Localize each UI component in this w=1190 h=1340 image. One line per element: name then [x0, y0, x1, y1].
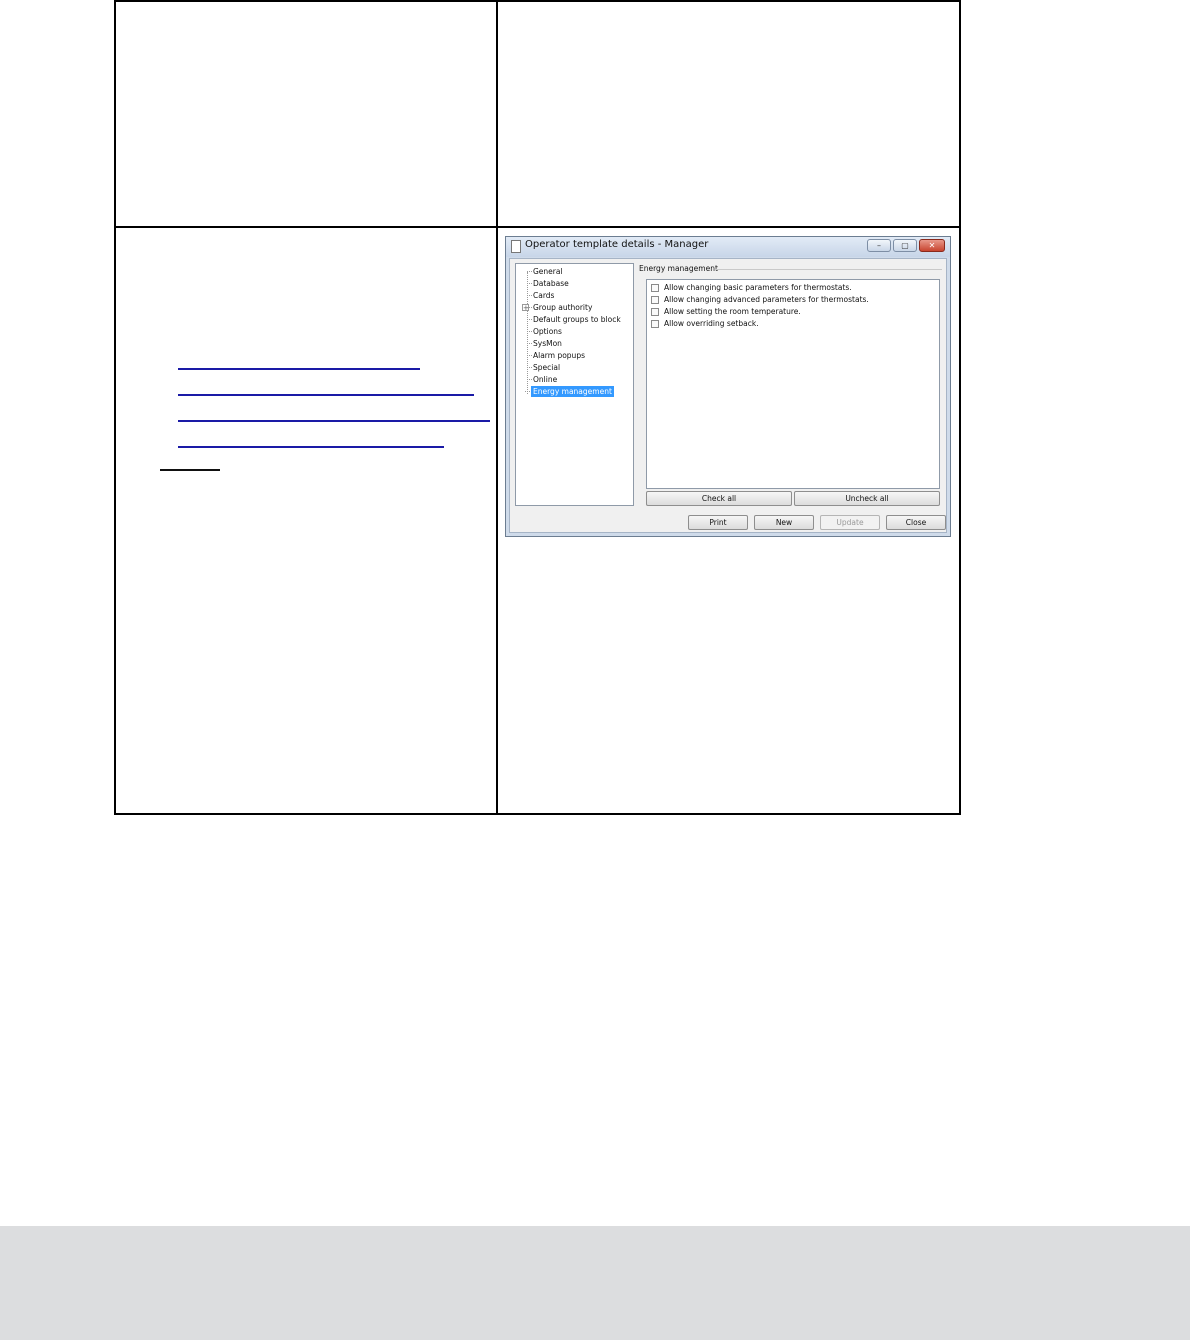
tree-guide-line: [527, 272, 528, 394]
tree-item-alarm-popups[interactable]: Alarm popups: [527, 350, 585, 361]
tree-item-online[interactable]: Online: [526, 374, 557, 385]
table-cell-bottom-left: [114, 226, 498, 815]
link-3[interactable]: [178, 420, 490, 422]
check-all-button[interactable]: Check all: [646, 491, 792, 506]
tree-item-group-authority[interactable]: Group authority: [526, 302, 592, 313]
option-basic-params[interactable]: Allow changing basic parameters for ther…: [651, 283, 852, 292]
close-button[interactable]: Close: [886, 515, 946, 530]
maximize-button[interactable]: ▢: [893, 239, 917, 252]
link-1[interactable]: [178, 368, 420, 370]
update-button: Update: [820, 515, 880, 530]
option-label: Allow changing basic parameters for ther…: [664, 283, 852, 292]
option-room-temperature[interactable]: Allow setting the room temperature.: [651, 307, 801, 316]
footer-bar: [0, 1226, 1190, 1340]
tree-item-default-groups[interactable]: Default groups to block: [527, 314, 621, 325]
tree-item-special[interactable]: Special: [526, 362, 560, 373]
option-label: Allow overriding setback.: [664, 319, 759, 328]
table-cell-bottom-right: Operator template details - Manager – ▢ …: [496, 226, 961, 815]
tree-item-cards[interactable]: Cards: [526, 290, 554, 301]
document-icon: [511, 240, 521, 253]
print-button[interactable]: Print: [688, 515, 748, 530]
window-title: Operator template details - Manager: [525, 239, 709, 250]
table-cell-top-right: [496, 0, 961, 228]
link-list: [178, 368, 490, 472]
tree-item-sysmon[interactable]: SysMon: [527, 338, 562, 349]
underline-mark: [160, 469, 220, 471]
tree-item-energy-management[interactable]: Energy management: [525, 386, 614, 397]
new-button[interactable]: New: [754, 515, 814, 530]
settings-tree: General Database Cards + Group authority…: [515, 263, 634, 506]
option-advanced-params[interactable]: Allow changing advanced parameters for t…: [651, 295, 869, 304]
checkbox[interactable]: [651, 307, 659, 316]
uncheck-all-button[interactable]: Uncheck all: [794, 491, 940, 506]
option-label: Allow setting the room temperature.: [664, 307, 801, 316]
document-table: Operator template details - Manager – ▢ …: [114, 0, 961, 815]
tree-item-options[interactable]: Options: [527, 326, 562, 337]
link-4[interactable]: [178, 446, 444, 448]
link-2[interactable]: [178, 394, 474, 396]
checkbox[interactable]: [651, 319, 659, 328]
tree-item-database[interactable]: Database: [527, 278, 569, 289]
option-label: Allow changing advanced parameters for t…: [664, 295, 869, 304]
permission-list: Allow changing basic parameters for ther…: [646, 279, 940, 489]
title-bar[interactable]: Operator template details - Manager – ▢ …: [506, 237, 950, 257]
window-client: General Database Cards + Group authority…: [509, 258, 947, 533]
checkbox[interactable]: [651, 283, 659, 292]
checkbox[interactable]: [651, 295, 659, 304]
operator-template-window: Operator template details - Manager – ▢ …: [505, 236, 951, 537]
table-cell-top-left: [114, 0, 498, 228]
tree-item-general[interactable]: General: [527, 266, 563, 277]
close-window-button[interactable]: ✕: [919, 239, 945, 252]
group-divider: [715, 269, 942, 270]
group-title: Energy management: [639, 264, 718, 273]
option-override-setback[interactable]: Allow overriding setback.: [651, 319, 759, 328]
minimize-button[interactable]: –: [867, 239, 891, 252]
